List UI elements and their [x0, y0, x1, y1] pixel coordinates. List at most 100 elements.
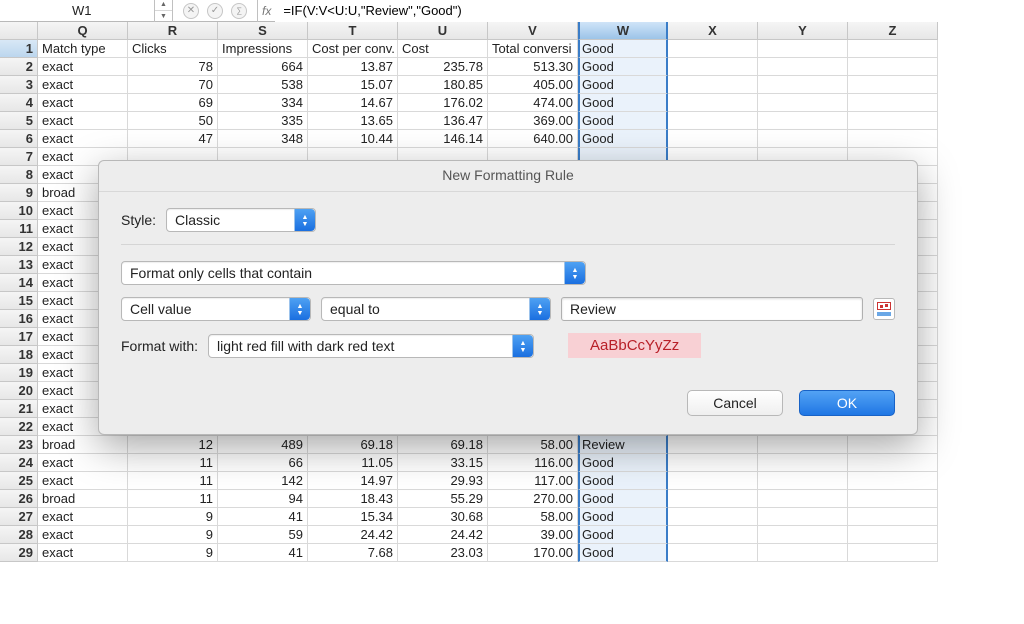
column-header[interactable]: T: [308, 22, 398, 40]
row-header[interactable]: 3: [0, 76, 38, 94]
column-header[interactable]: R: [128, 22, 218, 40]
column-header[interactable]: S: [218, 22, 308, 40]
cell[interactable]: [848, 76, 938, 94]
header-cell[interactable]: Impressions: [218, 40, 308, 58]
header-cell[interactable]: Match type: [38, 40, 128, 58]
row-header[interactable]: 15: [0, 292, 38, 310]
row-header[interactable]: 21: [0, 400, 38, 418]
row-header[interactable]: 16: [0, 310, 38, 328]
cell[interactable]: 69: [128, 94, 218, 112]
header-cell[interactable]: Cost: [398, 40, 488, 58]
cell[interactable]: [848, 454, 938, 472]
cell[interactable]: 18.43: [308, 490, 398, 508]
cell[interactable]: 55.29: [398, 490, 488, 508]
chevron-up-icon[interactable]: ▲: [155, 0, 172, 11]
cell[interactable]: Good: [578, 472, 668, 490]
row-header[interactable]: 5: [0, 112, 38, 130]
row-header[interactable]: 17: [0, 328, 38, 346]
cell[interactable]: exact: [38, 112, 128, 130]
row-header[interactable]: 7: [0, 148, 38, 166]
cell[interactable]: 24.42: [398, 526, 488, 544]
cell[interactable]: 59: [218, 526, 308, 544]
row-header[interactable]: 28: [0, 526, 38, 544]
row-header[interactable]: 4: [0, 94, 38, 112]
cell[interactable]: 335: [218, 112, 308, 130]
cell[interactable]: 58.00: [488, 436, 578, 454]
cell[interactable]: broad: [38, 490, 128, 508]
cell[interactable]: [758, 58, 848, 76]
column-header[interactable]: Y: [758, 22, 848, 40]
row-header[interactable]: 12: [0, 238, 38, 256]
row-header[interactable]: 25: [0, 472, 38, 490]
cell[interactable]: [758, 76, 848, 94]
cell[interactable]: [668, 490, 758, 508]
row-header[interactable]: 27: [0, 508, 38, 526]
row-header[interactable]: 19: [0, 364, 38, 382]
column-header[interactable]: W: [578, 22, 668, 40]
cell[interactable]: [758, 94, 848, 112]
cell[interactable]: exact: [38, 454, 128, 472]
cell[interactable]: [758, 472, 848, 490]
condition-value-input[interactable]: Review: [561, 297, 863, 321]
style-select[interactable]: Classic ▲▼: [166, 208, 316, 232]
cell[interactable]: 334: [218, 94, 308, 112]
cell[interactable]: exact: [38, 94, 128, 112]
column-header[interactable]: Q: [38, 22, 128, 40]
cell[interactable]: 41: [218, 544, 308, 562]
cell[interactable]: 14.97: [308, 472, 398, 490]
cell[interactable]: 170.00: [488, 544, 578, 562]
header-cell[interactable]: Clicks: [128, 40, 218, 58]
cell[interactable]: 78: [128, 58, 218, 76]
cell[interactable]: [758, 490, 848, 508]
cell[interactable]: exact: [38, 76, 128, 94]
rule-type-select[interactable]: Format only cells that contain ▲▼: [121, 261, 586, 285]
cell[interactable]: 15.07: [308, 76, 398, 94]
cancel-button[interactable]: Cancel: [687, 390, 783, 416]
cell[interactable]: [848, 112, 938, 130]
chevron-down-icon[interactable]: ▼: [155, 11, 172, 22]
cell[interactable]: [668, 472, 758, 490]
row-header[interactable]: 11: [0, 220, 38, 238]
cell[interactable]: 58.00: [488, 508, 578, 526]
cell[interactable]: Good: [578, 58, 668, 76]
cell[interactable]: [668, 94, 758, 112]
row-header[interactable]: 8: [0, 166, 38, 184]
cell[interactable]: [758, 454, 848, 472]
cell[interactable]: 474.00: [488, 94, 578, 112]
row-header[interactable]: 2: [0, 58, 38, 76]
cell[interactable]: 69.18: [398, 436, 488, 454]
cell[interactable]: 9: [128, 508, 218, 526]
cell[interactable]: [668, 544, 758, 562]
cell[interactable]: 11: [128, 454, 218, 472]
cell[interactable]: [758, 544, 848, 562]
cell[interactable]: 50: [128, 112, 218, 130]
cell[interactable]: [848, 472, 938, 490]
row-header[interactable]: 18: [0, 346, 38, 364]
cell[interactable]: [848, 58, 938, 76]
cell[interactable]: exact: [38, 58, 128, 76]
cell[interactable]: 235.78: [398, 58, 488, 76]
cell[interactable]: exact: [38, 544, 128, 562]
row-header[interactable]: 22: [0, 418, 38, 436]
column-header[interactable]: Z: [848, 22, 938, 40]
cell[interactable]: 66: [218, 454, 308, 472]
cell[interactable]: Good: [578, 94, 668, 112]
cell[interactable]: Review: [578, 436, 668, 454]
cell[interactable]: exact: [38, 472, 128, 490]
row-header[interactable]: 29: [0, 544, 38, 562]
cell[interactable]: Good: [578, 490, 668, 508]
row-header[interactable]: 20: [0, 382, 38, 400]
cell[interactable]: 405.00: [488, 76, 578, 94]
cell[interactable]: 116.00: [488, 454, 578, 472]
cell[interactable]: 33.15: [398, 454, 488, 472]
cell[interactable]: 11: [128, 490, 218, 508]
cell[interactable]: Good: [578, 526, 668, 544]
cell[interactable]: 30.68: [398, 508, 488, 526]
accept-formula-icon[interactable]: ✓: [207, 3, 223, 19]
cell[interactable]: Good: [578, 130, 668, 148]
condition-op-select[interactable]: equal to ▲▼: [321, 297, 551, 321]
cell[interactable]: [848, 526, 938, 544]
column-header[interactable]: V: [488, 22, 578, 40]
header-cell[interactable]: [758, 40, 848, 58]
select-all-corner[interactable]: [0, 22, 38, 40]
